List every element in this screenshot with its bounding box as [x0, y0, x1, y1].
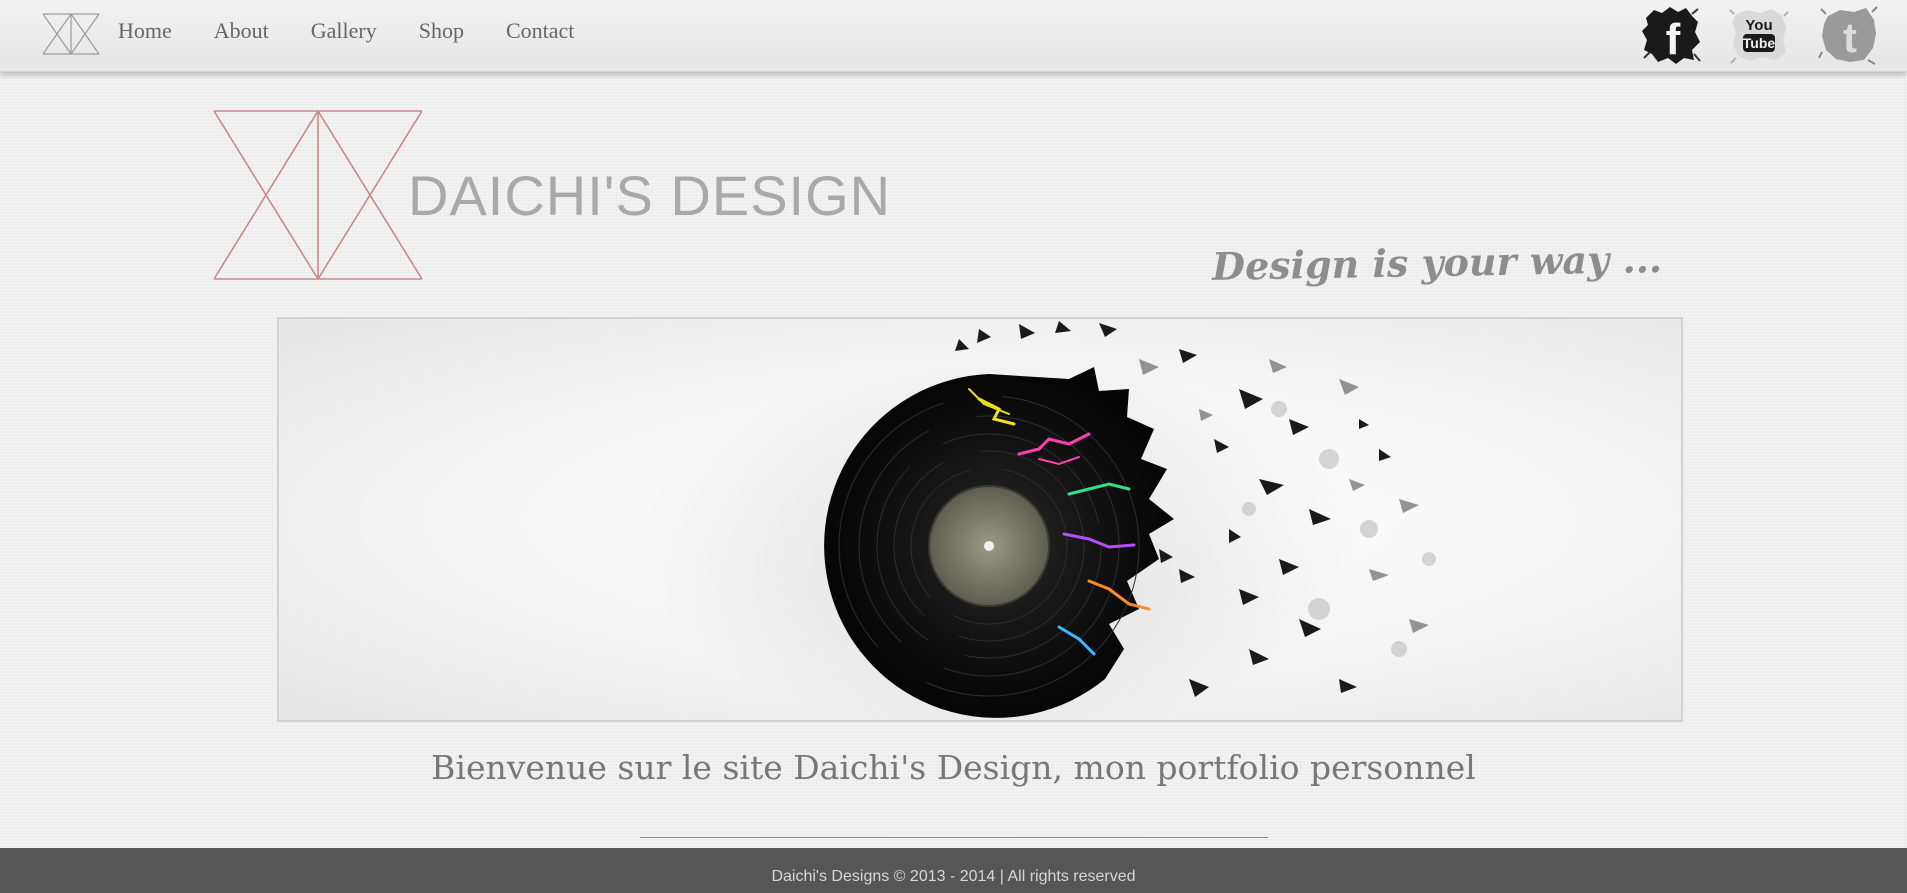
main-nav: Home About Gallery Shop Contact — [118, 18, 616, 44]
footer-copyright: Daichi's Designs © 2013 - 2014 | All rig… — [771, 868, 1136, 885]
twitter-glyph: t — [1843, 14, 1857, 61]
nav-logo-icon[interactable] — [42, 13, 100, 55]
content-divider — [640, 837, 1268, 838]
top-nav-bar: Home About Gallery Shop Contact f You Tu… — [0, 0, 1907, 72]
twitter-icon[interactable]: t — [1818, 4, 1880, 66]
nav-link-gallery[interactable]: Gallery — [311, 18, 377, 44]
nav-link-contact[interactable]: Contact — [506, 18, 574, 44]
nav-link-about[interactable]: About — [214, 18, 269, 44]
facebook-icon[interactable]: f — [1640, 4, 1702, 66]
nav-link-shop[interactable]: Shop — [419, 18, 464, 44]
hero-banner — [277, 317, 1683, 722]
nav-link-home[interactable]: Home — [118, 18, 172, 44]
youtube-you-text: You — [1745, 17, 1772, 34]
youtube-tube-text: Tube — [1743, 35, 1776, 51]
facebook-glyph: f — [1666, 15, 1681, 64]
brand-tagline: Design is your way ... — [1211, 236, 1663, 289]
brand-title: DAICHI'S DESIGN — [408, 164, 892, 227]
youtube-icon[interactable]: You Tube — [1728, 4, 1790, 66]
shattered-vinyl-record-image — [639, 321, 1436, 720]
welcome-message: Bienvenue sur le site Daichi's Design, m… — [431, 748, 1476, 787]
brand-monogram-logo — [213, 110, 423, 280]
